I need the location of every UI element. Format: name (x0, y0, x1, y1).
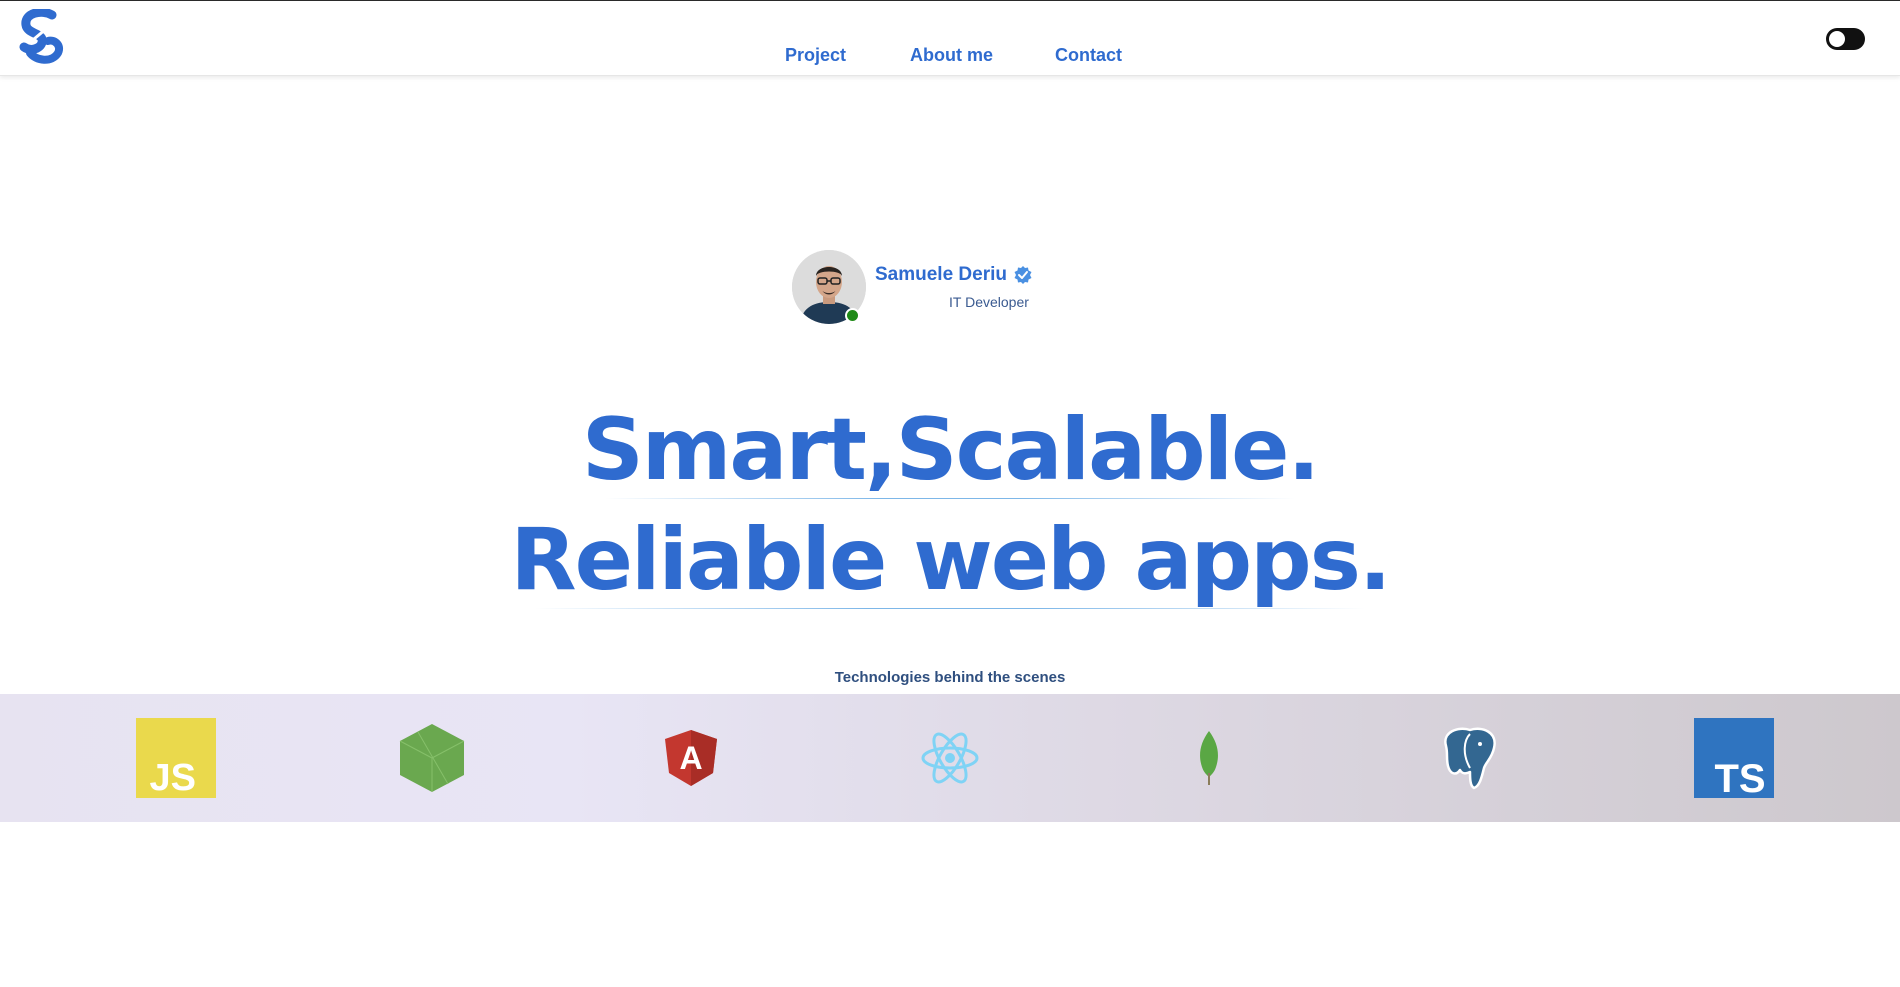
hero-underline-1 (605, 498, 1295, 499)
typescript-icon-label: TS (1714, 757, 1765, 798)
profile-name: Samuele Deriu (875, 264, 1007, 285)
nav-link-contact[interactable]: Contact (1055, 45, 1122, 66)
nav-link-project[interactable]: Project (785, 45, 846, 66)
toggle-knob (1829, 31, 1845, 47)
javascript-icon-label: JS (150, 757, 196, 798)
react-icon (920, 694, 980, 822)
site-header: Project About me Contact (0, 1, 1900, 76)
verified-badge-icon (1014, 266, 1032, 284)
nav-link-about-me[interactable]: About me (910, 45, 993, 66)
profile-card: Samuele Deriu IT Developer (792, 250, 1092, 330)
angular-icon: A (664, 694, 718, 822)
online-status-dot (845, 308, 860, 323)
technologies-strip: JS A TS (0, 694, 1900, 822)
theme-toggle[interactable] (1826, 28, 1865, 50)
hero-headline-line-2: Reliable web apps. (510, 510, 1391, 610)
typescript-icon: TS (1694, 694, 1774, 822)
mongodb-icon (1194, 694, 1224, 822)
profile-role: IT Developer (949, 294, 1029, 310)
postgresql-icon (1436, 694, 1504, 822)
hero-underline-2 (535, 608, 1365, 609)
javascript-icon: JS (136, 694, 216, 822)
technologies-caption: Technologies behind the scenes (834, 669, 1066, 686)
main-nav: Project About me Contact (0, 1, 1900, 76)
angular-icon-label: A (679, 740, 702, 776)
nodejs-icon (398, 694, 466, 822)
hero-headline-line-1: Smart,Scalable. (581, 400, 1320, 500)
